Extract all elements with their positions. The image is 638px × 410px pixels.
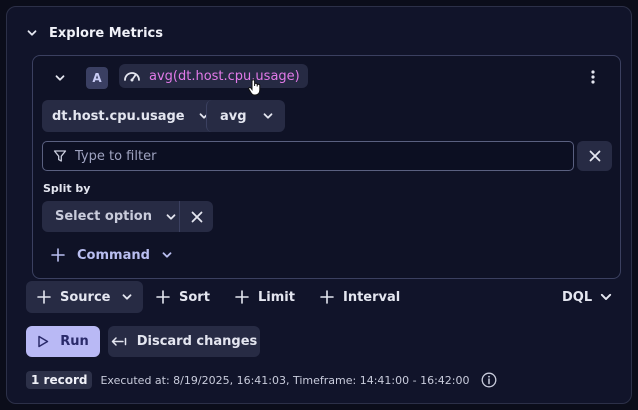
- add-limit-button[interactable]: Limit: [235, 281, 295, 313]
- plus-icon: [37, 290, 51, 304]
- aggregation-select-value: avg: [220, 108, 247, 124]
- discard-label: Discard changes: [136, 334, 258, 349]
- undo-arrow-icon: [111, 336, 127, 348]
- play-icon: [37, 335, 49, 348]
- filter-input[interactable]: Type to filter: [42, 141, 574, 171]
- aggregation-select[interactable]: avg: [206, 100, 285, 132]
- close-icon: [589, 150, 600, 162]
- filter-placeholder: Type to filter: [75, 148, 157, 164]
- more-options-icon[interactable]: [585, 67, 601, 87]
- collapse-query-chevron-icon[interactable]: [51, 69, 69, 87]
- split-by-label: Split by: [43, 182, 91, 195]
- metric-expression-chip[interactable]: avg(dt.host.cpu.usage): [119, 64, 308, 88]
- plus-icon: [320, 290, 334, 304]
- panel-header[interactable]: Explore Metrics: [25, 21, 163, 45]
- add-interval-button[interactable]: Interval: [320, 281, 400, 313]
- info-icon[interactable]: [481, 372, 497, 388]
- command-label: Command: [77, 247, 150, 263]
- chevron-down-icon: [263, 111, 273, 121]
- close-icon: [191, 211, 202, 222]
- chevron-down-icon: [162, 250, 172, 260]
- gauge-icon: [123, 68, 141, 84]
- hand-cursor-icon: [247, 78, 263, 98]
- explore-metrics-panel: Explore Metrics A avg(dt.host.cpu.usage): [6, 6, 632, 404]
- dql-label: DQL: [562, 289, 593, 305]
- split-by-select-value: Select option: [55, 209, 152, 224]
- add-command-button[interactable]: Command: [51, 244, 172, 266]
- source-label: Source: [60, 289, 111, 305]
- plus-icon: [156, 290, 170, 304]
- add-source-button[interactable]: Source: [26, 281, 144, 313]
- chevron-down-icon: [166, 212, 176, 222]
- clear-split-by-button[interactable]: [179, 201, 213, 232]
- execution-info-text: Executed at: 8/19/2025, 16:41:03, Timefr…: [100, 373, 470, 387]
- chevron-down-icon: [600, 291, 612, 303]
- record-count-badge: 1 record: [26, 371, 93, 389]
- query-block: A avg(dt.host.cpu.usage) dt.host.cpu.usa…: [32, 55, 621, 279]
- sort-label: Sort: [179, 289, 210, 305]
- metric-select-value: dt.host.cpu.usage: [52, 108, 185, 124]
- plus-icon: [51, 248, 65, 262]
- clear-filter-button[interactable]: [577, 141, 612, 171]
- limit-label: Limit: [258, 289, 295, 305]
- chevron-down-icon[interactable]: [25, 26, 39, 40]
- discard-changes-button[interactable]: Discard changes: [108, 326, 260, 357]
- add-sort-button[interactable]: Sort: [156, 281, 210, 313]
- metric-expression-text: avg(dt.host.cpu.usage): [149, 68, 300, 84]
- split-by-select[interactable]: Select option: [42, 201, 188, 232]
- metric-select[interactable]: dt.host.cpu.usage: [42, 100, 219, 132]
- status-bar: 1 record Executed at: 8/19/2025, 16:41:0…: [26, 370, 497, 390]
- panel-title: Explore Metrics: [49, 25, 163, 41]
- filter-funnel-icon: [53, 149, 67, 163]
- dql-toggle-button[interactable]: DQL: [562, 281, 612, 313]
- query-letter-badge: A: [86, 67, 108, 89]
- chevron-down-icon: [122, 292, 132, 302]
- run-label: Run: [60, 334, 89, 349]
- run-button[interactable]: Run: [26, 326, 100, 357]
- interval-label: Interval: [343, 289, 401, 305]
- plus-icon: [235, 290, 249, 304]
